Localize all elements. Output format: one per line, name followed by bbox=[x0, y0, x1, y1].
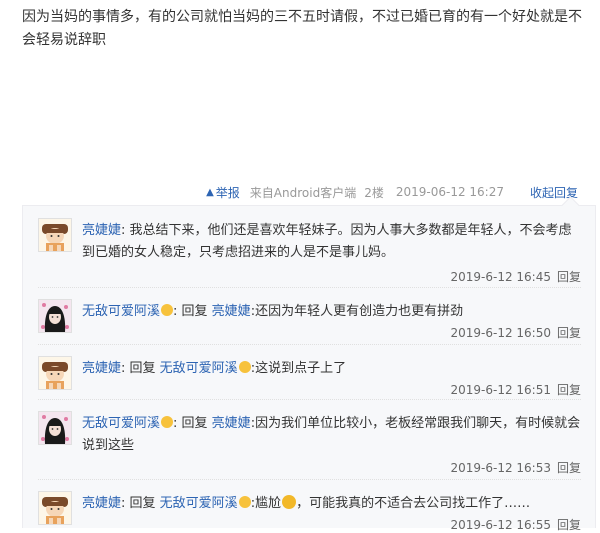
reply-text-after: ，可能我真的不适合去公司找工作了…… bbox=[296, 496, 531, 511]
reply-text: :还因为年轻人更有创造力也更有拼劲 bbox=[250, 304, 464, 319]
reply-time: 2019-6-12 16:50 bbox=[450, 326, 551, 340]
source-client: 来自Android客户端 bbox=[249, 185, 357, 200]
reply-button[interactable]: 回复 bbox=[557, 270, 581, 284]
reply-colon: : bbox=[173, 304, 182, 319]
post-time: 2019-06-12 16:27 bbox=[395, 185, 504, 199]
report-link[interactable]: ▲ 举报 bbox=[206, 184, 240, 201]
reply-target-username[interactable]: 亮婕婕 bbox=[212, 304, 251, 319]
reply-button[interactable]: 回复 bbox=[557, 461, 581, 475]
reply-text: :尴尬 bbox=[250, 496, 282, 511]
reply-time: 2019-6-12 16:53 bbox=[450, 461, 551, 475]
reply-colon: : bbox=[121, 361, 130, 376]
girl-avatar-icon[interactable] bbox=[38, 491, 72, 525]
reply-text: :这说到点子上了 bbox=[250, 361, 347, 376]
dark-hair-avatar-icon[interactable] bbox=[38, 299, 72, 333]
reply-prefix: 回复 bbox=[181, 304, 212, 319]
reply-username[interactable]: 亮婕婕 bbox=[82, 361, 121, 376]
reply-text-block: 亮婕婕: 回复 无敌可爱阿溪 :这说到点子上了 bbox=[82, 358, 581, 380]
username-emoji-icon bbox=[238, 361, 251, 373]
post-meta-bar: ▲ 举报 来自Android客户端 2楼 2019-06-12 16:27 收起… bbox=[0, 183, 578, 201]
reply-target-username[interactable]: 无敌可爱阿溪 bbox=[160, 361, 238, 376]
reply-username[interactable]: 亮婕婕 bbox=[82, 496, 121, 511]
awkward-emoji-icon bbox=[282, 495, 297, 509]
reply-colon: : bbox=[173, 416, 182, 431]
reply-text-block: 无敌可爱阿溪: 回复 亮婕婕:还因为年轻人更有创造力也更有拼劲 bbox=[82, 301, 581, 323]
dark-hair-avatar-icon[interactable] bbox=[38, 411, 72, 445]
reply-item: 亮婕婕: 我总结下来，他们还是喜欢年轻妹子。因为人事大多数都是年轻人，不会考虑到… bbox=[23, 206, 595, 287]
reply-text: 我总结下来，他们还是喜欢年轻妹子。因为人事大多数都是年轻人，不会考虑到已婚的女人… bbox=[82, 223, 572, 260]
reply-time: 2019-6-12 16:51 bbox=[450, 383, 551, 397]
reply-time: 2019-6-12 16:45 bbox=[450, 270, 551, 284]
username-emoji-icon bbox=[238, 496, 251, 508]
reply-username[interactable]: 无敌可爱阿溪 bbox=[82, 416, 160, 431]
reply-footer: 2019-6-12 16:45 回复 bbox=[450, 268, 581, 285]
reply-list: 亮婕婕: 我总结下来，他们还是喜欢年轻妹子。因为人事大多数都是年轻人，不会考虑到… bbox=[22, 196, 596, 532]
reply-text-block: 亮婕婕: 回复 无敌可爱阿溪 :尴尬 ，可能我真的不适合去公司找工作了…… bbox=[82, 493, 581, 515]
reply-time: 2019-6-12 16:55 bbox=[450, 518, 551, 532]
reply-text-block: 亮婕婕: 我总结下来，他们还是喜欢年轻妹子。因为人事大多数都是年轻人，不会考虑到… bbox=[82, 220, 581, 264]
reply-button[interactable]: 回复 bbox=[557, 518, 581, 532]
reply-footer: 2019-6-12 16:50 回复 bbox=[450, 324, 581, 341]
reply-item: 无敌可爱阿溪: 回复 亮婕婕:因为我们单位比较小，老板经常跟我们聊天，有时候就会… bbox=[23, 399, 595, 479]
reply-button[interactable]: 回复 bbox=[557, 383, 581, 397]
reply-prefix: 回复 bbox=[129, 361, 160, 376]
girl-avatar-icon[interactable] bbox=[38, 218, 72, 252]
reply-button[interactable]: 回复 bbox=[557, 326, 581, 340]
reply-item: 亮婕婕: 回复 无敌可爱阿溪 :尴尬 ，可能我真的不适合去公司找工作了…… 2019… bbox=[23, 479, 595, 532]
report-label: 举报 bbox=[215, 185, 240, 200]
reply-footer: 2019-6-12 16:51 回复 bbox=[450, 381, 581, 398]
reply-username[interactable]: 亮婕婕 bbox=[82, 223, 121, 238]
reply-target-username[interactable]: 无敌可爱阿溪 bbox=[160, 496, 238, 511]
reply-colon: : bbox=[121, 496, 130, 511]
floor-number: 2楼 bbox=[364, 185, 384, 200]
reply-colon: : bbox=[121, 223, 130, 238]
post-content: 因为当妈的事情多，有的公司就怕当妈的三不五时请假，不过已婚已育的有一个好处就是不… bbox=[22, 9, 582, 48]
reply-prefix: 回复 bbox=[181, 416, 212, 431]
reply-prefix: 回复 bbox=[129, 496, 160, 511]
reply-username[interactable]: 无敌可爱阿溪 bbox=[82, 304, 160, 319]
reply-item: 无敌可爱阿溪: 回复 亮婕婕:还因为年轻人更有创造力也更有拼劲 2019-6-1… bbox=[23, 287, 595, 344]
reply-item: 亮婕婕: 回复 无敌可爱阿溪 :这说到点子上了 2019-6-12 16:51 回复 bbox=[23, 344, 595, 399]
reply-target-username[interactable]: 亮婕婕 bbox=[212, 416, 251, 431]
username-emoji-icon bbox=[161, 304, 174, 316]
reply-text-block: 无敌可爱阿溪: 回复 亮婕婕:因为我们单位比较小，老板经常跟我们聊天，有时候就会… bbox=[82, 413, 581, 457]
warning-icon: ▲ bbox=[206, 186, 214, 198]
reply-footer: 2019-6-12 16:53 回复 bbox=[450, 459, 581, 476]
reply-footer: 2019-6-12 16:55 回复 bbox=[450, 516, 581, 533]
girl-avatar-icon[interactable] bbox=[38, 356, 72, 390]
username-emoji-icon bbox=[161, 416, 174, 428]
